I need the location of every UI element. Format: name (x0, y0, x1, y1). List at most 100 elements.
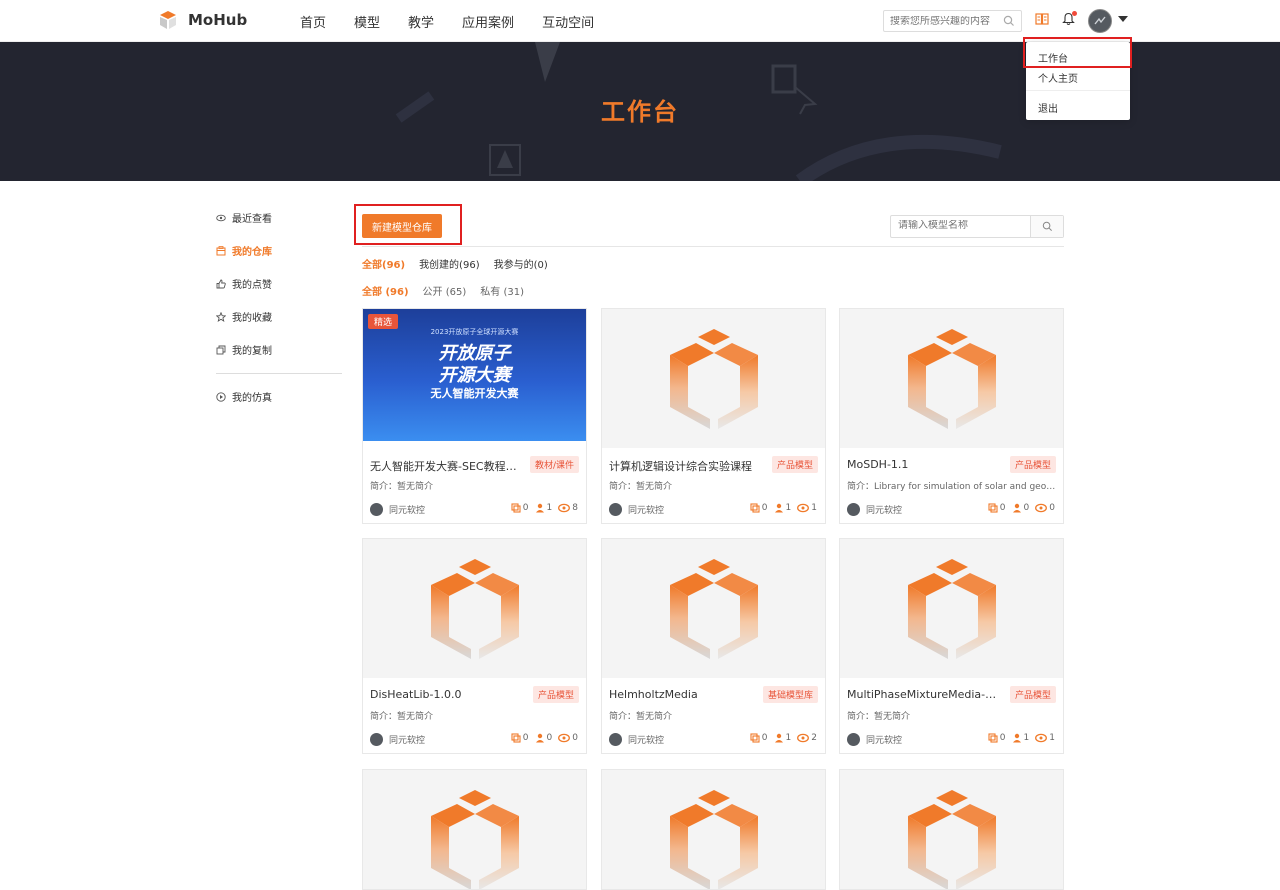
card-author[interactable]: 同元软控 (847, 733, 902, 746)
logo[interactable]: MoHub (158, 10, 247, 30)
sidebar-item-favorites[interactable]: 我的收藏 (216, 309, 272, 324)
nav-teaching[interactable]: 教学 (408, 12, 434, 31)
author-avatar (609, 503, 622, 516)
subtab-all[interactable]: 全部 (96) (362, 283, 409, 298)
caret-down-icon[interactable] (1118, 16, 1128, 22)
sidebar-item-copies[interactable]: 我的复制 (216, 342, 272, 357)
view-stat: 1 (797, 503, 817, 513)
card-thumbnail (840, 539, 1063, 678)
view-count: 0 (1049, 503, 1055, 513)
card-thumbnail (363, 770, 586, 889)
author-name: 同元软控 (866, 506, 903, 516)
fork-stat: 0 (988, 503, 1006, 513)
fork-count: 0 (522, 733, 529, 743)
book-icon[interactable] (1035, 12, 1049, 26)
user-icon (535, 733, 544, 743)
card-author[interactable]: 同元软控 (370, 733, 425, 746)
author-avatar (609, 733, 622, 746)
global-search-input[interactable] (890, 15, 1000, 27)
card-title[interactable]: MultiPhaseMixtureMedia-1.0.0 (847, 688, 997, 701)
view-count: 8 (572, 503, 578, 513)
fork-stat: 0 (750, 503, 768, 513)
author-name: 同元软控 (389, 736, 426, 746)
promo-image: 精选 2023开放原子全球开源大赛 开放原子 开源大赛 无人智能开发大赛 (363, 309, 586, 441)
card-thumbnail (602, 539, 825, 678)
card-title[interactable]: DisHeatLib-1.0.0 (370, 688, 520, 701)
global-search[interactable] (883, 10, 1022, 32)
fork-icon (750, 733, 760, 743)
sidebar-item-label: 我的仓库 (232, 247, 272, 258)
model-search-input[interactable] (898, 220, 1028, 231)
sidebar-item-repo[interactable]: 我的仓库 (216, 243, 272, 258)
card-title[interactable]: MoSDH-1.1 (847, 458, 997, 471)
card-author[interactable]: 同元软控 (847, 503, 902, 516)
tab-created[interactable]: 我创建的(96) (419, 256, 480, 271)
card-author[interactable]: 同元软控 (609, 503, 664, 516)
author-avatar (847, 733, 860, 746)
member-count: 1 (1023, 733, 1030, 743)
user-icon (774, 503, 783, 513)
menu-item-logout[interactable]: 退出 (1038, 100, 1058, 115)
subtab-private[interactable]: 私有 (31) (480, 283, 524, 298)
card-stats: 0 1 8 (511, 503, 578, 513)
model-card[interactable] (362, 769, 587, 890)
ownership-tabs: 全部(96) 我创建的(96) 我参与的(0) (362, 256, 548, 271)
model-search[interactable] (890, 215, 1064, 238)
model-card[interactable]: DisHeatLib-1.0.0 产品模型 简介：暂无简介 同元软控 0 0 0 (362, 538, 587, 754)
card-description: 简介：暂无简介 (609, 482, 673, 492)
subtab-public[interactable]: 公开 (65) (423, 283, 467, 298)
sidebar-item-recent[interactable]: 最近查看 (216, 210, 272, 225)
nav-models[interactable]: 模型 (354, 12, 380, 31)
model-card[interactable] (601, 769, 826, 890)
nav-community[interactable]: 互动空间 (542, 12, 594, 31)
tab-participated[interactable]: 我参与的(0) (494, 256, 548, 271)
card-author[interactable]: 同元软控 (370, 503, 425, 516)
nav-cases[interactable]: 应用案例 (462, 12, 514, 31)
card-stats: 0 1 1 (750, 503, 817, 513)
avatar-glyph-icon (1094, 16, 1106, 25)
member-stat: 1 (1012, 733, 1030, 743)
eye-icon (797, 503, 810, 513)
card-tag: 基础模型库 (762, 686, 818, 703)
fork-stat: 0 (511, 503, 529, 513)
model-card[interactable] (839, 769, 1064, 890)
tab-all[interactable]: 全部(96) (362, 256, 405, 271)
visibility-tabs: 全部 (96) 公开 (65) 私有 (31) (362, 283, 524, 298)
view-stat: 1 (1035, 733, 1055, 743)
member-stat: 1 (774, 503, 791, 513)
sidebar-item-simulation[interactable]: 我的仿真 (216, 389, 272, 404)
model-search-button[interactable] (1030, 216, 1063, 237)
model-card[interactable]: 精选 2023开放原子全球开源大赛 开放原子 开源大赛 无人智能开发大赛 无人智… (362, 308, 587, 524)
card-title[interactable]: HelmholtzMedia (609, 688, 759, 701)
model-card[interactable]: HelmholtzMedia 基础模型库 简介：暂无简介 同元软控 0 1 2 (601, 538, 826, 754)
user-icon (1012, 503, 1021, 513)
card-thumbnail (840, 770, 1063, 889)
card-description: 简介：暂无简介 (370, 712, 434, 722)
model-card[interactable]: MoSDH-1.1 产品模型 简介：Library for simulation… (839, 308, 1064, 524)
card-author[interactable]: 同元软控 (609, 733, 664, 746)
sidebar-item-likes[interactable]: 我的点赞 (216, 276, 272, 291)
member-stat: 1 (535, 503, 553, 513)
member-stat: 1 (774, 733, 791, 743)
card-tag: 教材/课件 (529, 456, 579, 473)
workbench-highlight-box (1023, 37, 1132, 68)
member-count: 1 (546, 503, 553, 513)
card-title[interactable]: 计算机逻辑设计综合实验课程 (609, 458, 759, 474)
model-card[interactable]: 计算机逻辑设计综合实验课程 产品模型 简介：暂无简介 同元软控 0 1 1 (601, 308, 826, 524)
author-avatar (370, 733, 383, 746)
fork-stat: 0 (511, 733, 529, 743)
search-icon[interactable] (1003, 15, 1015, 27)
card-description: 简介：暂无简介 (609, 712, 673, 722)
sidebar-item-label: 我的仿真 (232, 393, 272, 404)
member-stat: 0 (535, 733, 553, 743)
model-card[interactable]: MultiPhaseMixtureMedia-1.0.0 产品模型 简介：暂无简… (839, 538, 1064, 754)
menu-item-profile[interactable]: 个人主页 (1038, 70, 1078, 85)
member-stat: 0 (1012, 503, 1029, 513)
member-count: 0 (546, 733, 553, 743)
card-tag: 产品模型 (532, 686, 579, 703)
fork-icon (988, 733, 998, 743)
nav-home[interactable]: 首页 (300, 12, 326, 31)
card-title[interactable]: 无人智能开发大赛-SEC教程视... (370, 458, 520, 474)
search-icon (1042, 221, 1052, 231)
user-avatar[interactable] (1088, 9, 1112, 33)
